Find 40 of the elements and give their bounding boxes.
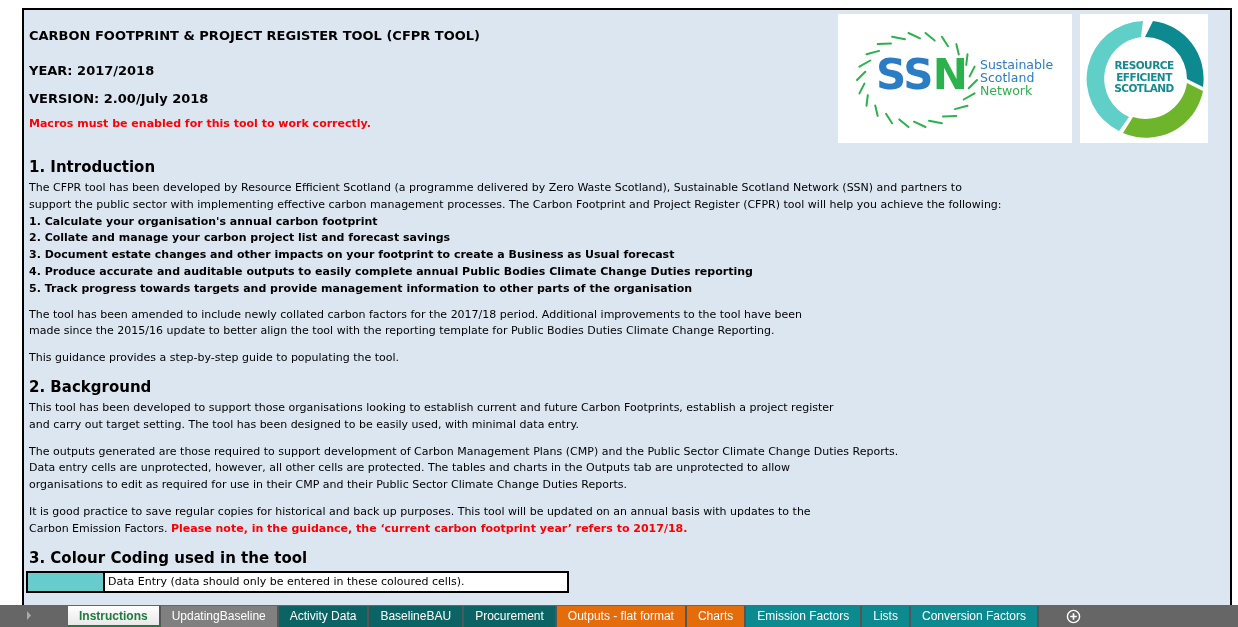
version-label: VERSION: 2.00/July 2018	[29, 90, 209, 107]
text-line: The tool has been amended to include newly collated carbon factors for the 2017/18 period. Additional improvements to the tool have been	[29, 306, 803, 323]
text-line: Data entry cells are unprotected, however, all other cells are protected. The tables and charts in the Outputs tab are unprotected to allow	[29, 460, 792, 477]
sheet-tab[interactable]: UpdatingBaseline	[160, 606, 279, 627]
logo-mark: SSN	[876, 50, 967, 100]
logo-text: Sustainable Scotland Network	[980, 58, 1054, 97]
list-item: 2. Collate and manage your carbon project list and forecast savings	[29, 230, 452, 247]
text-line: This guidance provides a step-by-step guide to populating the tool.	[29, 350, 401, 367]
text-line: The CFPR tool has been developed by Resource Efficient Scotland (a programme delivered by Zero Waste Scotland), Sustainable Scotland Network (SSN) and partners to	[29, 180, 963, 196]
text-line: This tool has been developed to support those organisations looking to establish current and future Carbon Footprints, establish a project register	[29, 399, 835, 416]
scroll-right-icon[interactable]	[26, 611, 32, 620]
text-line: support the public sector with implementing effective carbon management processes. The Carbon Footprint and Project Register (CFPR) tool will help you achieve the following:	[29, 196, 1003, 213]
sheet-tab[interactable]: BaselineBAU	[369, 606, 465, 627]
sheet-tab[interactable]: Procurement	[464, 606, 557, 627]
sheet-tab[interactable]: Charts	[686, 606, 747, 627]
add-sheet-icon[interactable]	[1066, 608, 1081, 624]
list-item: 5. Track progress towards targets and provide management information to other parts of the organisation	[29, 280, 694, 297]
list-item: 3. Document estate changes and other impacts on your footprint to create a Business as Usual forecast	[29, 247, 676, 264]
text-line: organisations to edit as required for use in their CMP and their Public Sector Climate Change Duties Reports.	[29, 477, 628, 494]
text-line: and carry out target setting. The tool has been designed to be easily used, with minimal data entry.	[29, 416, 580, 433]
logo-text: RESOURCE EFFICIENT SCOTLAND	[1113, 60, 1175, 95]
sheet-tab[interactable]: Outputs - flat format	[556, 606, 687, 627]
text-line: Carbon Emission Factors. Please note, in the guidance, the ‘current carbon footprint year’ refers to 2017/18.	[29, 520, 689, 537]
text-line: The outputs generated are those required to support development of Carbon Management Plans (CMP) and the Public Sector Climate Change Duties Reports.	[29, 443, 900, 460]
list-item: 1. Calculate your organisation's annual carbon footprint	[29, 213, 379, 230]
text-line: made since the 2015/16 update to better align the tool with the reporting template for Public Bodies Duties Climate Change Reporting.	[29, 323, 776, 340]
sheet-tab[interactable]: Emission Factors	[746, 606, 863, 627]
section-heading: 1. Introduction	[29, 157, 157, 177]
year-label: YEAR: 2017/2018	[29, 62, 155, 79]
sheet-tab[interactable]: Activity Data	[278, 606, 370, 627]
document-title: CARBON FOOTPRINT & PROJECT REGISTER TOOL (CFPR TOOL)	[29, 27, 481, 44]
sheet-tab[interactable]: Conversion Factors	[910, 606, 1039, 627]
section-heading: 3. Colour Coding used in the tool	[29, 547, 309, 568]
legend-label: Data Entry (data should only be entered in these coloured cells).	[107, 573, 465, 590]
macro-warning: Macros must be enabled for this tool to work correctly.	[29, 117, 371, 131]
sheet-tab[interactable]: Instructions	[68, 606, 161, 627]
sheet-tab[interactable]: Lists	[862, 606, 911, 627]
text-line: It is good practice to save regular copies for historical and back up purposes. This tool will be updated on an annual basis with updates to the	[29, 503, 812, 520]
section-heading: 2. Background	[29, 376, 153, 397]
list-item: 4. Produce accurate and auditable outputs to easily complete annual Public Bodies Climate Change Duties reporting	[29, 264, 754, 280]
